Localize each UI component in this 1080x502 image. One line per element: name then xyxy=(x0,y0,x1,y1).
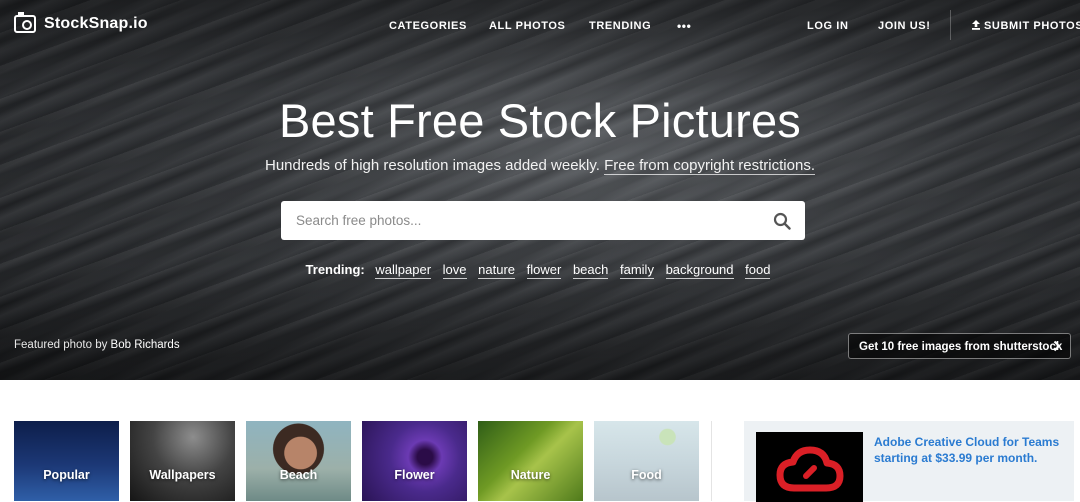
trending-tags: Trending: wallpaper love nature flower b… xyxy=(0,262,1080,279)
section-divider xyxy=(711,421,712,501)
chevron-right-icon xyxy=(1053,340,1061,352)
upload-icon xyxy=(972,20,980,30)
category-label: Nature xyxy=(510,468,551,482)
nav-login[interactable]: LOG IN xyxy=(807,20,849,32)
hero-subtitle: Hundreds of high resolution images added… xyxy=(0,157,1080,175)
category-flower[interactable]: Flower xyxy=(362,421,467,501)
trending-tag[interactable]: flower xyxy=(526,262,562,279)
category-label: Food xyxy=(631,468,662,482)
trending-tag[interactable]: family xyxy=(620,262,654,279)
category-beach[interactable]: Beach xyxy=(246,421,351,501)
search-icon[interactable] xyxy=(773,212,791,230)
nav-submit-photos[interactable]: SUBMIT PHOTOS xyxy=(971,20,1080,32)
site-logo[interactable]: StockSnap.io xyxy=(14,12,148,33)
trending-tag[interactable]: nature xyxy=(478,262,516,279)
category-nature[interactable]: Nature xyxy=(478,421,583,501)
nav-divider xyxy=(950,10,951,40)
nav-join[interactable]: JOIN US! xyxy=(878,20,930,32)
trending-tag[interactable]: love xyxy=(442,262,467,279)
brand-name: StockSnap.io xyxy=(44,15,148,32)
nav-more-menu[interactable]: ••• xyxy=(677,19,691,33)
copyright-link[interactable]: Free from copyright restrictions. xyxy=(604,157,815,175)
hero-title: Best Free Stock Pictures xyxy=(279,94,801,147)
adobe-creative-cloud-logo[interactable] xyxy=(756,432,863,502)
trending-tag[interactable]: food xyxy=(745,262,771,279)
search-input[interactable] xyxy=(281,201,776,240)
creative-cloud-icon xyxy=(776,446,844,492)
featured-prefix: Featured photo by xyxy=(14,339,108,351)
shutterstock-button-label: Get 10 free images from shutterstock xyxy=(859,341,1063,353)
hero-banner xyxy=(0,0,1080,380)
category-food[interactable]: Food xyxy=(594,421,699,501)
category-label: Wallpapers xyxy=(149,468,216,482)
featured-credit: Featured photo by Bob Richards xyxy=(14,339,180,351)
search-bar xyxy=(281,201,805,240)
category-label: Flower xyxy=(394,468,435,482)
category-label: Popular xyxy=(43,468,90,482)
hero-shade xyxy=(0,0,1080,380)
trending-tag[interactable]: background xyxy=(665,262,734,279)
nav-categories[interactable]: CATEGORIES xyxy=(389,20,467,32)
nav-trending[interactable]: TRENDING xyxy=(589,20,651,32)
nav-all-photos[interactable]: ALL PHOTOS xyxy=(489,20,566,32)
ad-text[interactable]: Adobe Creative Cloud for Teams starting … xyxy=(874,434,1064,466)
hero-subtitle-text: Hundreds of high resolution images added… xyxy=(265,157,600,174)
camera-icon xyxy=(14,12,36,33)
trending-tag[interactable]: wallpaper xyxy=(375,262,432,279)
category-popular[interactable]: Popular xyxy=(14,421,119,501)
trending-tag[interactable]: beach xyxy=(572,262,609,279)
category-label: Beach xyxy=(279,468,318,482)
shutterstock-button[interactable]: Get 10 free images from shutterstock xyxy=(848,333,1071,359)
trending-label: Trending: xyxy=(305,262,365,277)
submit-photos-label: SUBMIT PHOTOS xyxy=(984,20,1080,32)
featured-author-link[interactable]: Bob Richards xyxy=(111,339,180,351)
category-wallpapers[interactable]: Wallpapers xyxy=(130,421,235,501)
